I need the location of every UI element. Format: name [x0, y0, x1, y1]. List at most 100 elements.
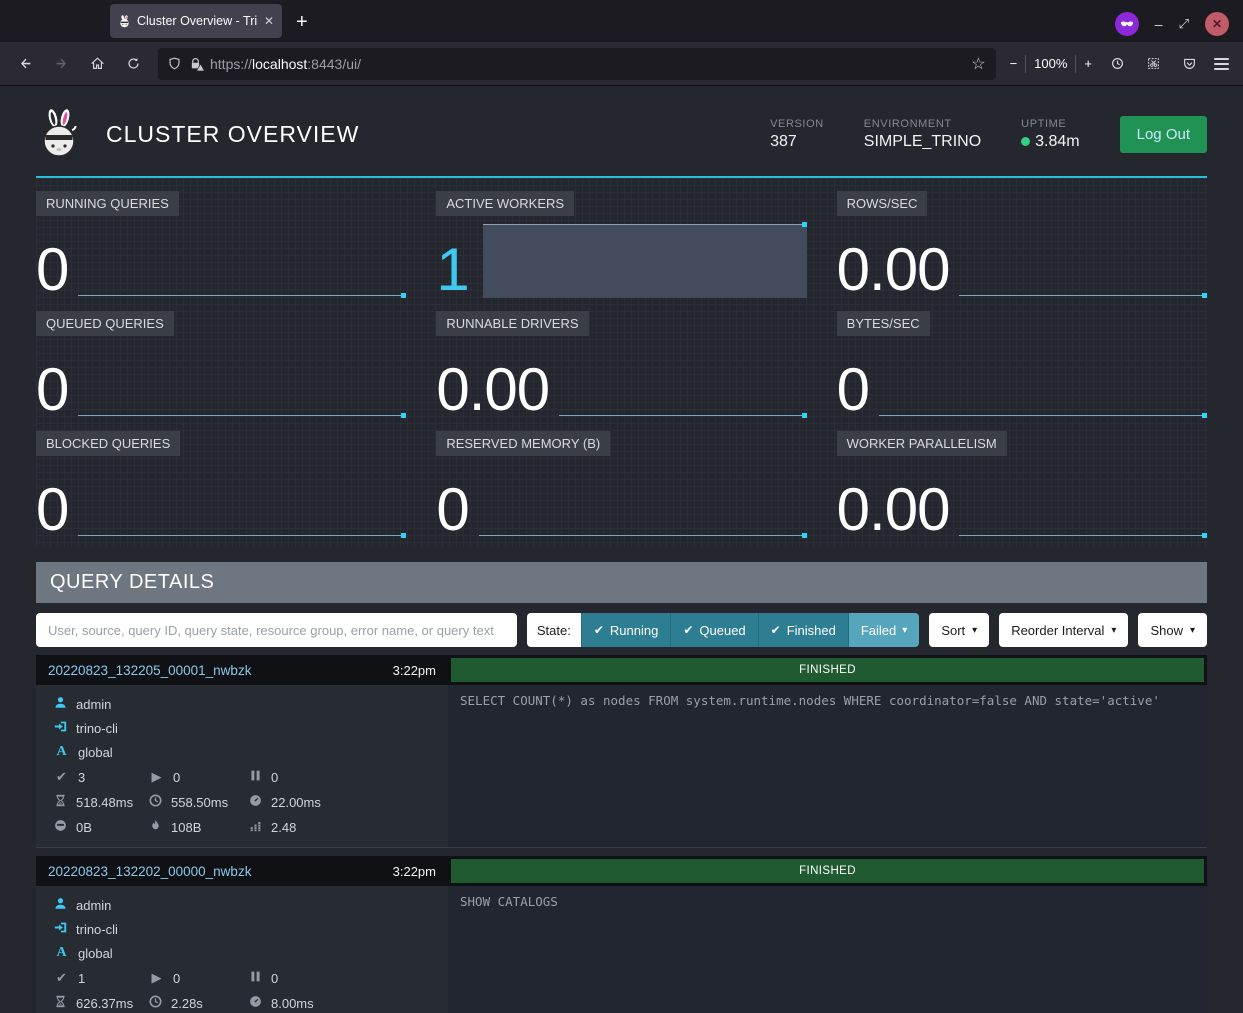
query-progress-track: FINISHED — [448, 655, 1207, 685]
query-resource-group: global — [78, 745, 113, 760]
gauge-icon — [249, 995, 262, 1011]
zoom-level[interactable]: 100% — [1034, 56, 1067, 71]
show-dropdown[interactable]: Show▾ — [1138, 613, 1207, 647]
query-source: trino-cli — [76, 922, 118, 937]
zoom-in-button[interactable]: + — [1084, 56, 1092, 71]
forward-button-icon[interactable] — [46, 49, 76, 79]
filter-running-button[interactable]: ✔ Running — [581, 613, 671, 647]
play-icon: ▶ — [149, 769, 164, 785]
screenshot-icon[interactable] — [1138, 49, 1168, 79]
sparkline-chart — [479, 476, 807, 538]
sparkline-chart — [78, 356, 406, 418]
resource-group-icon: A — [54, 945, 69, 961]
sparkline-chart — [78, 236, 406, 298]
window-close-button[interactable]: ✕ — [1205, 12, 1229, 36]
tile-active-workers: ACTIVE WORKERS 1 — [436, 191, 806, 298]
uptime-stat: UPTIME 3.84m — [1021, 118, 1079, 151]
query-user: admin — [76, 898, 111, 913]
query-sql-text: SHOW CATALOGS — [448, 886, 1207, 1013]
browser-tab[interactable]: Cluster Overview - Trino ✕ — [110, 4, 282, 38]
sparkline-chart — [559, 356, 807, 418]
query-header: 20220823_132202_00000_nwbzk 3:22pm — [36, 856, 448, 886]
pocket-icon[interactable] — [1174, 49, 1204, 79]
private-browsing-icon — [1115, 12, 1139, 36]
gauge-icon — [249, 794, 262, 810]
logout-button[interactable]: Log Out — [1120, 116, 1207, 153]
trino-favicon-icon — [118, 15, 131, 28]
home-button-icon[interactable] — [82, 49, 112, 79]
window-minimize-button[interactable]: – — [1155, 16, 1163, 32]
parallelism: 2.48 — [271, 820, 296, 835]
pause-icon — [249, 970, 262, 986]
zoom-out-button[interactable]: − — [1010, 56, 1018, 71]
lock-warning-icon[interactable] — [189, 57, 202, 70]
tracking-shield-icon[interactable] — [168, 57, 181, 70]
chevron-down-icon: ▾ — [1111, 625, 1116, 636]
query-id-link[interactable]: 20220823_132205_00001_nwbzk — [48, 663, 251, 678]
filter-queued-button[interactable]: ✔ Queued — [670, 613, 757, 647]
resource-group-icon: A — [54, 744, 69, 760]
uptime-status-dot — [1021, 137, 1030, 146]
url-text: https://localhost:8443/ui/ — [210, 56, 963, 72]
state-filter-label: State: — [527, 613, 581, 647]
cpu-time: 8.00ms — [271, 996, 314, 1011]
filter-finished-button[interactable]: ✔ Finished — [758, 613, 848, 647]
sparkline-chart — [78, 476, 406, 538]
hourglass-icon — [54, 794, 67, 810]
trino-logo-icon — [36, 108, 84, 160]
cpu-time: 22.00ms — [271, 795, 321, 810]
browser-toolbar: https://localhost:8443/ui/ ☆ − 100% + — [0, 42, 1243, 86]
query-details-header: QUERY DETAILS — [36, 562, 1207, 603]
pause-icon — [249, 769, 262, 785]
query-meta-panel: admin trino-cli A global ✔3 ▶0 0 518.48m… — [36, 685, 448, 847]
sign-in-icon — [54, 921, 67, 937]
sign-in-icon — [54, 720, 67, 736]
back-button-icon[interactable] — [10, 49, 40, 79]
separator — [1025, 55, 1026, 73]
query-sql-text: SELECT COUNT(*) as nodes FROM system.run… — [448, 685, 1207, 847]
query-source: trino-cli — [76, 721, 118, 736]
window-restore-button[interactable]: ⤢ — [1179, 16, 1189, 32]
tile-runnable-drivers: RUNNABLE DRIVERS 0.00 — [436, 311, 806, 418]
clock-icon — [149, 794, 162, 810]
query-filter-toolbar: State: ✔ Running ✔ Queued ✔ Finished Fai… — [36, 613, 1207, 647]
query-time: 3:22pm — [393, 663, 436, 678]
bookmark-star-icon[interactable]: ☆ — [971, 54, 985, 74]
tile-rows-sec: ROWS/SEC 0.00 — [837, 191, 1207, 298]
tile-running-queries: RUNNING QUERIES 0 — [36, 191, 406, 298]
url-bar[interactable]: https://localhost:8443/ui/ ☆ — [158, 48, 996, 80]
sort-dropdown[interactable]: Sort▾ — [929, 613, 989, 647]
clock-icon — [149, 995, 162, 1011]
total-time: 2.28s — [171, 996, 203, 1011]
reorder-interval-dropdown[interactable]: Reorder Interval▾ — [999, 613, 1128, 647]
reload-button-icon[interactable] — [118, 49, 148, 79]
user-icon — [54, 696, 67, 712]
query-state-badge: FINISHED — [451, 658, 1204, 682]
query-id-link[interactable]: 20220823_132202_00000_nwbzk — [48, 864, 251, 879]
queued-splits: 0 — [271, 971, 278, 986]
wall-time: 518.48ms — [76, 795, 133, 810]
check-icon: ✔ — [54, 769, 69, 785]
new-tab-button[interactable]: + — [296, 11, 308, 34]
tile-queued-queries: QUEUED QUERIES 0 — [36, 311, 406, 418]
query-row: 20220823_132202_00000_nwbzk 3:22pm FINIS… — [36, 856, 1207, 1013]
filter-failed-dropdown[interactable]: Failed ▾ — [848, 613, 919, 647]
check-icon: ✔ — [683, 623, 693, 637]
sparkline-chart — [879, 356, 1207, 418]
queued-splits: 0 — [271, 770, 278, 785]
query-user: admin — [76, 697, 111, 712]
memory-scale-icon — [54, 819, 67, 835]
query-state-badge: FINISHED — [451, 859, 1204, 883]
query-search-input[interactable] — [36, 613, 517, 647]
running-splits: 0 — [173, 770, 180, 785]
menu-hamburger-icon[interactable] — [1210, 54, 1233, 74]
query-resource-group: global — [78, 946, 113, 961]
history-clock-icon[interactable] — [1102, 49, 1132, 79]
tile-bytes-sec: BYTES/SEC 0 — [837, 311, 1207, 418]
parallelism-chart-icon — [249, 819, 262, 835]
query-row: 20220823_132205_00001_nwbzk 3:22pm FINIS… — [36, 655, 1207, 848]
separator — [1075, 55, 1076, 73]
page-title: CLUSTER OVERVIEW — [106, 121, 359, 148]
tile-worker-parallelism: WORKER PARALLELISM 0.00 — [837, 431, 1207, 538]
tab-close-icon[interactable]: ✕ — [264, 14, 274, 28]
